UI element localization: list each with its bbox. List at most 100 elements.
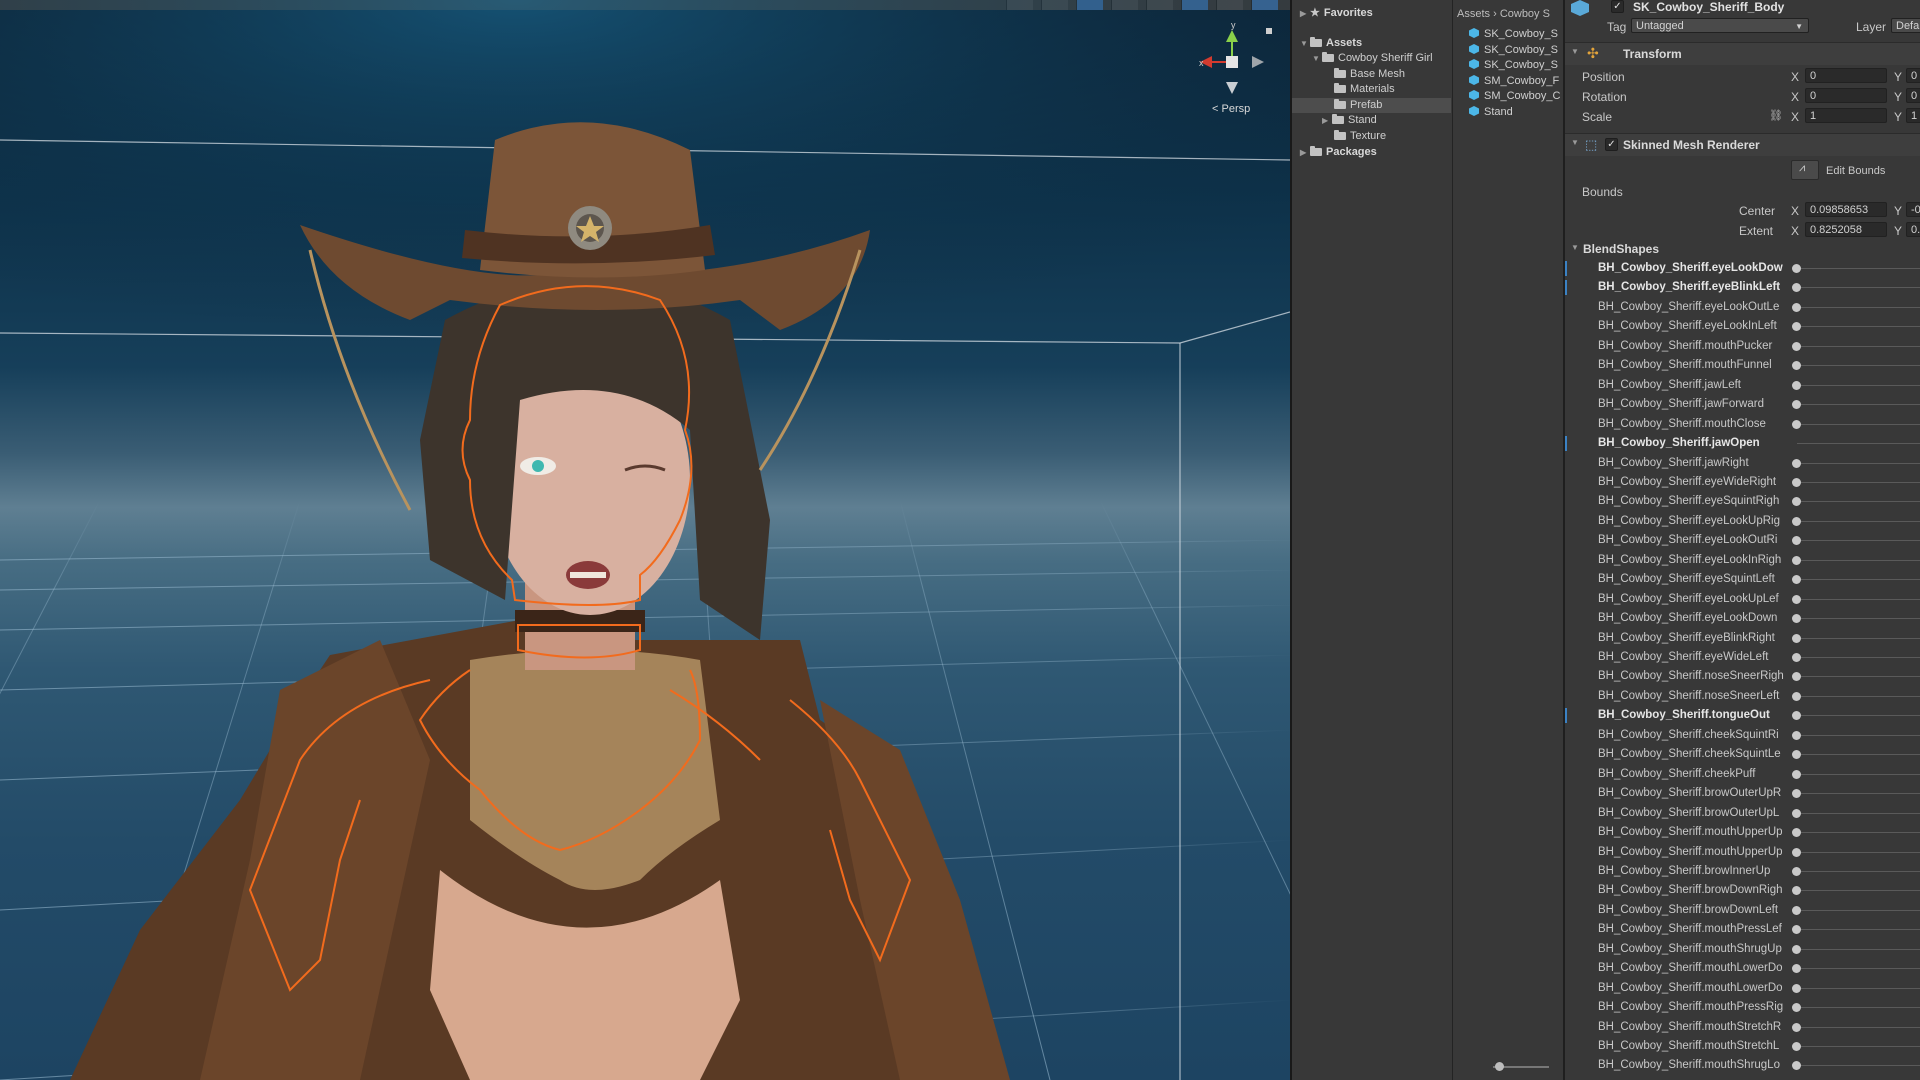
blendshape-slider-track[interactable] xyxy=(1797,365,1920,367)
blendshape-slider-track[interactable] xyxy=(1797,657,1920,658)
blendshape-row[interactable]: BH_Cowboy_Sheriff.jawForward xyxy=(1565,395,1920,414)
blendshape-slider-track[interactable] xyxy=(1797,754,1920,756)
blendshape-slider-handle[interactable] xyxy=(1792,808,1801,818)
skinned-mesh-renderer-header[interactable]: ▼ ⬚ ✓ Skinned Mesh Renderer xyxy=(1565,133,1920,156)
blendshape-slider-track[interactable] xyxy=(1797,306,1920,308)
tree-item-texture[interactable]: Texture xyxy=(1334,129,1386,144)
blendshape-row[interactable]: BH_Cowboy_Sheriff.eyeLookUpLef xyxy=(1565,590,1920,609)
extent-y-field[interactable]: 0. xyxy=(1906,222,1920,237)
blendshape-slider-track[interactable] xyxy=(1797,929,1920,931)
blendshape-row[interactable]: BH_Cowboy_Sheriff.mouthUpperUp xyxy=(1565,843,1920,862)
icon-size-slider-handle[interactable] xyxy=(1495,1062,1504,1071)
blendshape-slider-track[interactable] xyxy=(1797,1026,1920,1028)
blendshape-slider-handle[interactable] xyxy=(1792,341,1801,351)
expand-arrow-icon[interactable]: ▶ xyxy=(1322,113,1332,128)
blendshape-slider-track[interactable] xyxy=(1797,851,1920,853)
blendshape-row[interactable]: BH_Cowboy_Sheriff.mouthUpperUp xyxy=(1565,823,1920,842)
blendshape-slider-handle[interactable] xyxy=(1792,633,1801,643)
blendshape-slider-handle[interactable] xyxy=(1792,1042,1801,1051)
expand-arrow-icon[interactable]: ▶ xyxy=(1300,145,1310,160)
blendshape-row[interactable]: BH_Cowboy_Sheriff.eyeBlinkLeft xyxy=(1565,278,1920,297)
blendshape-slider-track[interactable] xyxy=(1797,1007,1920,1009)
file-item[interactable]: SM_Cowboy_F xyxy=(1469,74,1559,89)
blendshape-slider-handle[interactable] xyxy=(1792,983,1801,993)
blendshape-slider-track[interactable] xyxy=(1797,987,1920,989)
blendshape-row[interactable]: BH_Cowboy_Sheriff.mouthClose xyxy=(1565,415,1920,434)
blendshape-slider-handle[interactable] xyxy=(1792,1003,1801,1013)
blendshape-slider-handle[interactable] xyxy=(1792,477,1801,487)
blendshape-slider-handle[interactable] xyxy=(1792,964,1801,974)
tag-dropdown[interactable]: Untagged ▼ xyxy=(1631,18,1809,33)
blendshape-slider-track[interactable] xyxy=(1797,948,1920,950)
blendshape-slider-handle[interactable] xyxy=(1792,691,1801,701)
blendshape-row[interactable]: BH_Cowboy_Sheriff.mouthStretchR xyxy=(1565,1018,1920,1037)
blendshape-row[interactable]: BH_Cowboy_Sheriff.browDownRigh xyxy=(1565,881,1920,900)
edit-bounds-button[interactable]: ⩘ xyxy=(1791,160,1819,180)
expand-arrow-icon[interactable]: ▼ xyxy=(1312,51,1322,66)
blendshape-row[interactable]: BH_Cowboy_Sheriff.mouthShrugLo xyxy=(1565,1056,1920,1075)
blendshape-row[interactable]: BH_Cowboy_Sheriff.eyeBlinkRight xyxy=(1565,629,1920,648)
blendshape-row[interactable]: BH_Cowboy_Sheriff.browInnerUp xyxy=(1565,862,1920,881)
tree-item-prefab[interactable]: Prefab xyxy=(1292,98,1451,113)
scene-view[interactable]: y x < Persp xyxy=(0,0,1290,1080)
link-icon[interactable]: ⛓ xyxy=(1769,109,1783,122)
blendshape-row[interactable]: BH_Cowboy_Sheriff.jawLeft xyxy=(1565,376,1920,395)
blendshape-slider-track[interactable] xyxy=(1797,695,1920,697)
blendshape-slider-handle[interactable] xyxy=(1792,886,1801,896)
blendshape-slider-handle[interactable] xyxy=(1792,516,1801,526)
extent-x-field[interactable]: 0.8252058 xyxy=(1805,222,1887,237)
scale-x-field[interactable]: 1 xyxy=(1805,108,1887,123)
blendshape-slider-track[interactable] xyxy=(1797,715,1920,717)
blendshape-row[interactable]: BH_Cowboy_Sheriff.eyeWideLeft xyxy=(1565,648,1920,667)
blendshape-row[interactable]: BH_Cowboy_Sheriff.noseSneerLeft xyxy=(1565,687,1920,706)
blendshape-slider-track[interactable] xyxy=(1797,618,1920,620)
blendshape-slider-handle[interactable] xyxy=(1792,1061,1801,1071)
blendshape-slider-track[interactable] xyxy=(1797,968,1920,970)
blendshape-slider-track[interactable] xyxy=(1797,384,1920,386)
blendshape-slider-track[interactable] xyxy=(1797,443,1920,445)
blendshape-row[interactable]: BH_Cowboy_Sheriff.mouthPucker xyxy=(1565,337,1920,356)
blendshape-slider-handle[interactable] xyxy=(1792,497,1801,507)
expand-arrow-icon[interactable]: ▶ xyxy=(1300,6,1310,21)
blendshape-row[interactable]: BH_Cowboy_Sheriff.mouthStretchL xyxy=(1565,1037,1920,1056)
blendshape-row[interactable]: BH_Cowboy_Sheriff.mouthPressRig xyxy=(1565,998,1920,1017)
blendshape-slider-track[interactable] xyxy=(1797,287,1920,289)
blendshape-slider-track[interactable] xyxy=(1797,773,1920,775)
blendshape-row[interactable]: BH_Cowboy_Sheriff.jawRight xyxy=(1565,454,1920,473)
center-y-field[interactable]: -0 xyxy=(1906,202,1920,217)
blendshape-slider-handle[interactable] xyxy=(1792,361,1801,371)
blendshape-row[interactable]: BH_Cowboy_Sheriff.browOuterUpR xyxy=(1565,784,1920,803)
position-y-field[interactable]: 0 xyxy=(1906,68,1920,83)
projection-toggle[interactable]: < Persp xyxy=(1212,103,1250,115)
rotation-y-field[interactable]: 0 xyxy=(1906,88,1920,103)
blendshape-row[interactable]: BH_Cowboy_Sheriff.eyeLookOutRi xyxy=(1565,531,1920,550)
blendshape-slider-track[interactable] xyxy=(1797,520,1920,522)
blendshape-slider-track[interactable] xyxy=(1797,909,1920,911)
blendshape-slider-track[interactable] xyxy=(1797,832,1920,834)
blendshape-slider-handle[interactable] xyxy=(1792,653,1801,662)
blendshape-row[interactable]: BH_Cowboy_Sheriff.eyeLookUpRig xyxy=(1565,512,1920,531)
blendshape-slider-track[interactable] xyxy=(1797,501,1920,503)
layer-dropdown[interactable]: Defa xyxy=(1891,18,1920,33)
rotation-x-field[interactable]: 0 xyxy=(1805,88,1887,103)
position-x-field[interactable]: 0 xyxy=(1805,68,1887,83)
blendshape-slider-handle[interactable] xyxy=(1792,380,1801,390)
blendshape-slider-track[interactable] xyxy=(1797,404,1920,406)
blendshape-row[interactable]: BH_Cowboy_Sheriff.eyeSquintRigh xyxy=(1565,492,1920,511)
blendshape-slider-handle[interactable] xyxy=(1792,672,1801,682)
expand-arrow-icon[interactable]: ▼ xyxy=(1300,36,1310,51)
blendshape-row[interactable]: BH_Cowboy_Sheriff.eyeLookInRigh xyxy=(1565,551,1920,570)
blendshape-slider-handle[interactable] xyxy=(1792,769,1801,779)
blendshape-slider-track[interactable] xyxy=(1797,676,1920,678)
breadcrumb-cowboy[interactable]: Cowboy S xyxy=(1500,8,1550,20)
blendshape-row[interactable]: BH_Cowboy_Sheriff.noseSneerRigh xyxy=(1565,667,1920,686)
blendshape-slider-track[interactable] xyxy=(1797,345,1920,347)
blendshape-row[interactable]: BH_Cowboy_Sheriff.tongueOut xyxy=(1565,706,1920,725)
blendshape-slider-track[interactable] xyxy=(1797,540,1920,542)
blendshape-slider-handle[interactable] xyxy=(1792,847,1801,857)
collapse-arrow-icon[interactable]: ▼ xyxy=(1571,138,1579,147)
blendshape-row[interactable]: BH_Cowboy_Sheriff.mouthPressLef xyxy=(1565,920,1920,939)
blendshape-slider-handle[interactable] xyxy=(1792,789,1801,799)
blendshape-slider-handle[interactable] xyxy=(1792,925,1801,935)
blendshape-row[interactable]: BH_Cowboy_Sheriff.eyeLookOutLe xyxy=(1565,298,1920,317)
